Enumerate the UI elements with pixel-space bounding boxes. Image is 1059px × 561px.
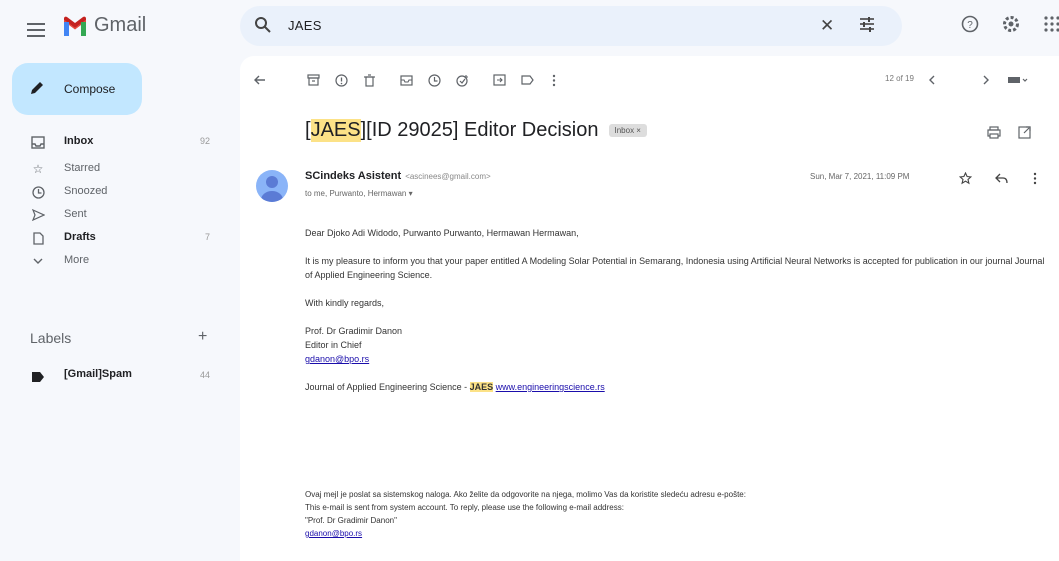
sidebar-item-label: Starred: [64, 162, 101, 174]
journal-abbr: JAES: [469, 382, 494, 392]
inbox-label-chip[interactable]: Inbox ×: [608, 124, 647, 137]
sidebar-item-more[interactable]: More: [0, 249, 230, 272]
svg-text:?: ?: [967, 20, 973, 31]
sidebar-item-count: 92: [199, 136, 210, 146]
gmail-logo[interactable]: Gmail: [62, 14, 146, 37]
older-chevron-icon[interactable]: [975, 69, 997, 91]
compose-button[interactable]: Compose: [12, 63, 142, 115]
star-icon: ☆: [32, 162, 44, 176]
add-label-icon[interactable]: +: [198, 328, 207, 346]
email-footer: Ovaj mejl je poslat sa sistemskog naloga…: [305, 488, 1045, 540]
sidebar-item-sent[interactable]: Sent: [0, 203, 230, 226]
apps-grid-icon[interactable]: [1040, 12, 1059, 36]
clear-search-icon[interactable]: ✕: [820, 16, 834, 36]
search-bar[interactable]: JAES ✕: [240, 6, 902, 46]
sidebar-item-label: Drafts: [64, 231, 96, 243]
sidebar-item-count: 44: [199, 370, 210, 380]
delete-icon[interactable]: [358, 69, 380, 91]
sidebar-item-label: Inbox: [64, 135, 94, 147]
signature-name: Prof. Dr Gradimir Danon: [305, 326, 403, 336]
footer-line-name: "Prof. Dr Gradimir Danon": [305, 516, 397, 525]
sender-email: <ascinees@gmail.com>: [405, 172, 491, 181]
signature-block: Prof. Dr Gradimir Danon Editor in Chief …: [305, 324, 1045, 366]
footer-email-link[interactable]: gdanon@bpo.rs: [305, 527, 1045, 540]
sidebar-nav: Inbox 92 ☆ Starred Snoozed Sent Drafts 7…: [0, 130, 230, 272]
subject-highlight: JAES: [310, 119, 361, 142]
sidebar-item-inbox[interactable]: Inbox 92: [0, 130, 230, 153]
sidebar-item-label: Snoozed: [64, 185, 108, 197]
subject-text: ][ID 29025] Editor Decision: [360, 119, 599, 141]
sender-line: SCindeks Asistent <ascinees@gmail.com>: [305, 170, 491, 182]
search-icon[interactable]: [254, 16, 272, 39]
sender-name[interactable]: SCindeks Asistent: [305, 170, 401, 182]
back-arrow-icon[interactable]: [249, 69, 271, 91]
compose-label: Compose: [64, 82, 116, 96]
newer-chevron-icon[interactable]: [920, 69, 942, 91]
gmail-window: Gmail JAES ✕ ? Compose Inbox 92 ☆ Starre…: [0, 0, 1059, 561]
snooze-icon[interactable]: [423, 69, 445, 91]
send-icon: [30, 207, 46, 223]
sidebar-item-count: 7: [204, 232, 210, 242]
sidebar-item-snoozed[interactable]: Snoozed: [0, 180, 230, 203]
journal-text: Journal of Applied Engineering Science -: [305, 382, 470, 392]
footer-line-serbian: Ovaj mejl je poslat sa sistemskog naloga…: [305, 490, 746, 499]
open-in-new-window-icon[interactable]: [1014, 122, 1034, 142]
sidebar-item-label: [Gmail]Spam: [64, 368, 132, 380]
help-icon[interactable]: ?: [958, 12, 982, 36]
email-subject: [JAES][ID 29025] Editor Decision Inbox ×: [305, 119, 647, 142]
journal-url-link[interactable]: www.engineeringscience.rs: [496, 382, 605, 392]
pager-text: 12 of 19: [885, 74, 914, 83]
recipients-dropdown[interactable]: to me, Purwanto, Hermawan ▾: [305, 189, 413, 198]
pencil-icon: [28, 79, 46, 102]
journal-line: Journal of Applied Engineering Science -…: [305, 380, 1045, 394]
sidebar-item-starred[interactable]: ☆ Starred: [0, 157, 230, 180]
signature-email-link[interactable]: gdanon@bpo.rs: [305, 354, 369, 364]
signature-title: Editor in Chief: [305, 340, 362, 350]
report-spam-icon[interactable]: [330, 69, 352, 91]
input-tools-icon[interactable]: [1003, 69, 1033, 91]
add-to-tasks-icon[interactable]: [451, 69, 473, 91]
message-panel: 12 of 19 [JAES][ID 29025] Editor Decisio…: [240, 56, 1059, 561]
print-icon[interactable]: [984, 122, 1004, 142]
search-input[interactable]: JAES: [288, 18, 322, 33]
sidebar-item-drafts[interactable]: Drafts 7: [0, 226, 230, 249]
message-date: Sun, Mar 7, 2021, 11:09 PM: [810, 172, 910, 181]
email-body: Dear Djoko Adi Widodo, Purwanto Purwanto…: [305, 226, 1045, 408]
reply-icon[interactable]: [991, 168, 1011, 188]
more-options-icon[interactable]: [543, 69, 565, 91]
star-icon[interactable]: [955, 168, 975, 188]
gmail-m-icon: [64, 16, 86, 36]
sidebar-item-spam[interactable]: [Gmail]Spam 44: [0, 364, 230, 386]
gmail-wordmark: Gmail: [94, 14, 147, 36]
closing-text: With kindly regards,: [305, 298, 385, 308]
footer-line-english: This e-mail is sent from system account.…: [305, 503, 624, 512]
draft-icon: [30, 230, 46, 246]
greeting-text: Dear Djoko Adi Widodo, Purwanto Purwanto…: [305, 228, 579, 238]
clock-icon: [30, 184, 46, 200]
search-options-icon[interactable]: [858, 15, 876, 38]
body-paragraph: It is my pleasure to inform you that you…: [305, 256, 1045, 280]
move-to-icon[interactable]: [488, 69, 510, 91]
mark-unread-icon[interactable]: [395, 69, 417, 91]
sidebar-item-label: Sent: [64, 208, 87, 220]
message-more-icon[interactable]: [1025, 168, 1045, 188]
archive-icon[interactable]: [302, 69, 324, 91]
labels-heading: Labels: [30, 330, 72, 346]
label-icon[interactable]: [516, 69, 538, 91]
settings-icon[interactable]: [999, 12, 1023, 36]
sidebar-item-label: More: [64, 254, 90, 266]
label-tag-icon: [32, 369, 44, 387]
inbox-icon: [30, 134, 46, 150]
sender-avatar[interactable]: [256, 170, 288, 202]
chevron-down-icon: [30, 253, 46, 269]
main-menu-icon[interactable]: [18, 12, 54, 48]
